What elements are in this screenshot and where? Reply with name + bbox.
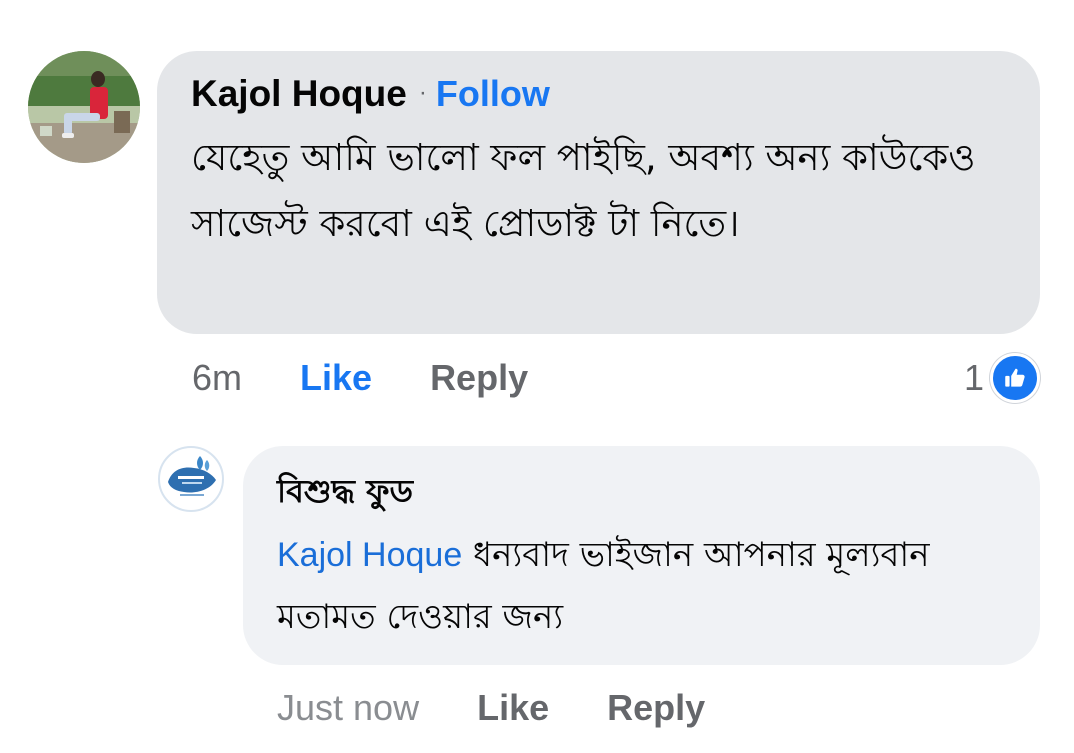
reaction-summary[interactable]: 1 xyxy=(964,353,1040,403)
reply-button[interactable]: Reply xyxy=(430,357,528,399)
thumbs-up-icon xyxy=(990,353,1040,403)
comment-header: Kajol Hoque · Follow xyxy=(191,73,1006,123)
comment-timestamp[interactable]: 6m xyxy=(192,357,242,399)
like-button[interactable]: Like xyxy=(300,357,372,399)
comment-thread: Kajol Hoque · Follow যেহেতু আমি ভালো ফল … xyxy=(0,0,1074,753)
reply-bubble: বিশুদ্ধ ফুড Kajol Hoque ধন্যবাদ ভাইজান আ… xyxy=(243,446,1040,665)
avatar[interactable] xyxy=(28,51,140,163)
reply-like-button[interactable]: Like xyxy=(477,687,549,729)
reaction-count: 1 xyxy=(963,357,984,398)
comment-author-name[interactable]: Kajol Hoque xyxy=(191,73,407,115)
comment-actions: 6m Like Reply 1 xyxy=(192,350,1040,406)
page-logo-icon xyxy=(161,449,221,509)
reply-reply-button[interactable]: Reply xyxy=(607,687,705,729)
separator-dot: · xyxy=(418,79,427,106)
mention-link[interactable]: Kajol Hoque xyxy=(277,536,462,574)
reply-timestamp[interactable]: Just now xyxy=(277,687,419,729)
page-avatar[interactable] xyxy=(158,446,224,512)
reply-actions: Just now Like Reply xyxy=(277,680,705,736)
reply-text: Kajol Hoque ধন্যবাদ ভাইজান আপনার মূল্যবা… xyxy=(277,524,1006,648)
reply-author-name[interactable]: বিশুদ্ধ ফুড xyxy=(277,464,1006,518)
comment-text: যেহেতু আমি ভালো ফল পাইছি, অবশ্য অন্য কাউ… xyxy=(191,136,976,245)
follow-button[interactable]: Follow xyxy=(436,73,550,115)
profile-photo-icon xyxy=(28,51,140,163)
comment-bubble: Kajol Hoque · Follow যেহেতু আমি ভালো ফল … xyxy=(157,51,1040,334)
